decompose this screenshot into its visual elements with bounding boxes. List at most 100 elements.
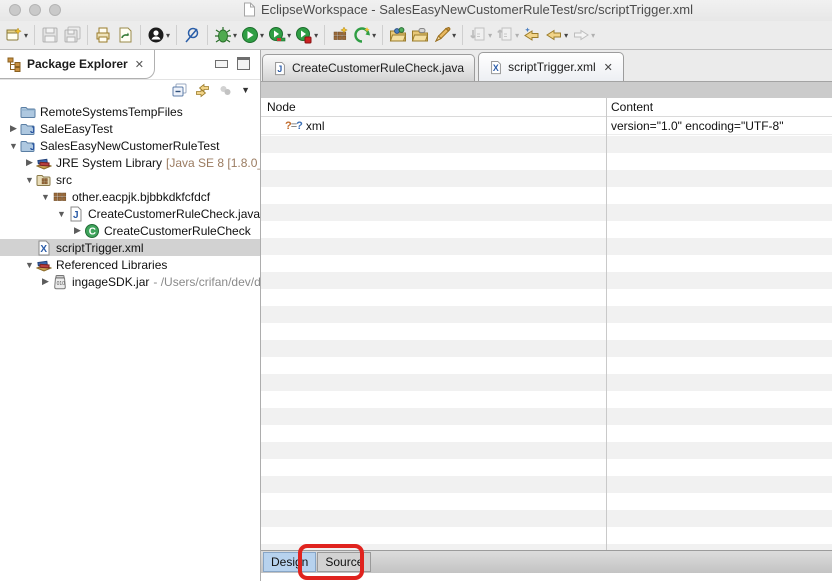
tree-item-ingage-sdk-jar[interactable]: ▶ 010 ingageSDK.jar - /Users/crifan/dev/… (0, 273, 260, 290)
run-button[interactable]: ▾ (239, 25, 266, 45)
tab-design[interactable]: Design (263, 552, 317, 572)
svg-text:X: X (493, 63, 499, 73)
tree-item-remote-systems[interactable]: RemoteSystemsTempFiles (0, 103, 260, 120)
package-explorer-icon (7, 57, 21, 72)
dropdown-arrow-icon[interactable]: ▾ (24, 31, 28, 40)
bottom-spacer (261, 573, 832, 580)
back-button[interactable]: ▾ (543, 25, 570, 45)
expander-icon[interactable]: ▼ (7, 141, 20, 151)
tree-item-sale-easy-test[interactable]: ▶ J SaleEasyTest (0, 120, 260, 137)
sync-button[interactable] (114, 25, 136, 45)
tree-item-create-customer-rule-check-class[interactable]: ▶ C CreateCustomerRuleCheck (0, 222, 260, 239)
table-row-xml-declaration[interactable]: ?=? xml version="1.0" encoding="UTF-8" (261, 117, 832, 135)
tree-item-label: SalesEasyNewCustomerRuleTest (40, 138, 220, 153)
node-cell[interactable]: ?=? xml (285, 119, 325, 133)
skip-breakpoints-button[interactable] (181, 25, 203, 45)
new-wizard-button[interactable]: ▾ (3, 25, 30, 45)
package-explorer-header: Package Explorer ✕ (0, 50, 260, 80)
dropdown-arrow-icon[interactable]: ▾ (287, 31, 291, 40)
forward-icon (574, 29, 590, 41)
expander-icon[interactable]: ▼ (39, 192, 52, 202)
last-edit-location-icon (524, 27, 539, 41)
expander-icon[interactable]: ▼ (55, 209, 68, 219)
collapse-all-icon[interactable] (172, 83, 187, 98)
editor-tab-strip: J CreateCustomerRuleCheck.java X scriptT… (261, 50, 832, 81)
maximize-view-button[interactable] (237, 57, 250, 70)
dropdown-arrow-icon[interactable]: ▾ (372, 31, 376, 40)
save-button (39, 25, 61, 45)
main-toolbar: ▾ ▾ ▾ ▾ ▾ ▾ ▾ ▾ ▾ ▾ ▾ ▾ (0, 21, 832, 50)
toolbar-separator (382, 25, 384, 45)
tab-package-explorer[interactable]: Package Explorer ✕ (0, 50, 155, 79)
tree-item-label: RemoteSystemsTempFiles (40, 104, 183, 119)
expander-icon[interactable]: ▶ (23, 157, 36, 168)
pen-button[interactable]: ▾ (431, 25, 458, 45)
open-folder-button[interactable] (409, 25, 431, 45)
column-divider[interactable] (606, 98, 607, 550)
debug-button[interactable]: ▾ (212, 25, 239, 45)
tab-script-trigger-xml[interactable]: X scriptTrigger.xml ✕ (478, 52, 624, 81)
editor-header-band (261, 81, 832, 98)
tree-item-label: scriptTrigger.xml (56, 240, 144, 255)
expander-icon[interactable]: ▼ (23, 175, 36, 185)
tree-item-create-customer-rule-check-java[interactable]: ▼ J CreateCustomerRuleCheck.java (0, 205, 260, 222)
xml-design-table: Node Content ?=? xml version="1.0" encod… (261, 98, 832, 550)
eclipse-window: EclipseWorkspace - SalesEasyNewCustomerR… (0, 0, 832, 581)
dropdown-arrow-icon[interactable]: ▾ (260, 31, 264, 40)
green-refresh-icon (354, 27, 371, 43)
minimize-window-button[interactable] (29, 4, 41, 16)
tree-item-referenced-libraries[interactable]: ▼ Referenced Libraries (0, 256, 260, 273)
tree-item-label: JRE System Library (56, 155, 163, 170)
svg-text:X: X (40, 244, 47, 255)
editor-area: J CreateCustomerRuleCheck.java X scriptT… (261, 50, 832, 581)
content-cell[interactable]: version="1.0" encoding="UTF-8" (611, 119, 783, 133)
dropdown-arrow-icon[interactable]: ▾ (314, 31, 318, 40)
pen-icon (434, 27, 451, 43)
minimize-view-button[interactable] (215, 60, 228, 68)
print-button[interactable] (92, 25, 114, 45)
tab-create-customer-rule-check-java[interactable]: J CreateCustomerRuleCheck.java (262, 54, 476, 81)
profile-button[interactable]: ▾ (293, 25, 320, 45)
profile-icon (296, 27, 312, 44)
new-package-button[interactable] (329, 25, 351, 45)
processing-instruction-icon: ?=? (285, 119, 303, 132)
svg-text:J: J (277, 64, 282, 74)
open-folder-icon (411, 28, 429, 42)
tab-label: scriptTrigger.xml (508, 60, 596, 74)
view-menu-icon[interactable]: ▼ (241, 85, 250, 95)
zoom-window-button[interactable] (49, 4, 61, 16)
new-wizard-icon (6, 27, 22, 41)
close-view-icon[interactable]: ✕ (135, 58, 144, 71)
document-icon (244, 2, 255, 17)
dropdown-arrow-icon[interactable]: ▾ (564, 31, 568, 40)
user-account-button[interactable]: ▾ (145, 25, 172, 45)
expander-icon[interactable]: ▶ (71, 225, 84, 236)
link-with-editor-icon[interactable] (195, 83, 210, 98)
tab-source[interactable]: Source (317, 552, 372, 572)
tree-item-sales-easy-new-customer-rule-test[interactable]: ▼ J SalesEasyNewCustomerRuleTest (0, 137, 260, 154)
tree-item-package-other[interactable]: ▼ other.eacpjk.bjbbkdkfcfdcf (0, 188, 260, 205)
coverage-button[interactable]: ▾ (266, 25, 293, 45)
expander-icon[interactable]: ▼ (23, 260, 36, 270)
tree-item-src[interactable]: ▼ src (0, 171, 260, 188)
close-window-button[interactable] (9, 4, 21, 16)
design-source-tab-bar: Design Source (261, 544, 832, 580)
dropdown-arrow-icon[interactable]: ▾ (233, 31, 237, 40)
toolbar-separator (324, 25, 326, 45)
toolbar-separator (87, 25, 89, 45)
last-edit-location-button[interactable] (521, 25, 543, 45)
tree-item-script-trigger-xml[interactable]: X scriptTrigger.xml (0, 239, 260, 256)
open-folder-objects-button[interactable] (387, 25, 409, 45)
dropdown-arrow-icon[interactable]: ▾ (452, 31, 456, 40)
expander-icon[interactable]: ▶ (39, 276, 52, 287)
green-refresh-button[interactable]: ▾ (351, 25, 378, 45)
expander-icon[interactable]: ▶ (7, 123, 20, 134)
node-label: xml (305, 118, 325, 133)
source-folder-icon (36, 172, 52, 188)
tree-item-jre-system-library[interactable]: ▶ JRE System Library [Java SE 8 [1.8.0_ (0, 154, 260, 171)
back-icon (546, 29, 562, 41)
dropdown-arrow-icon[interactable]: ▾ (166, 31, 170, 40)
next-annotation-icon (470, 27, 485, 41)
save-all-button (61, 25, 83, 45)
close-tab-icon[interactable]: ✕ (604, 61, 613, 74)
